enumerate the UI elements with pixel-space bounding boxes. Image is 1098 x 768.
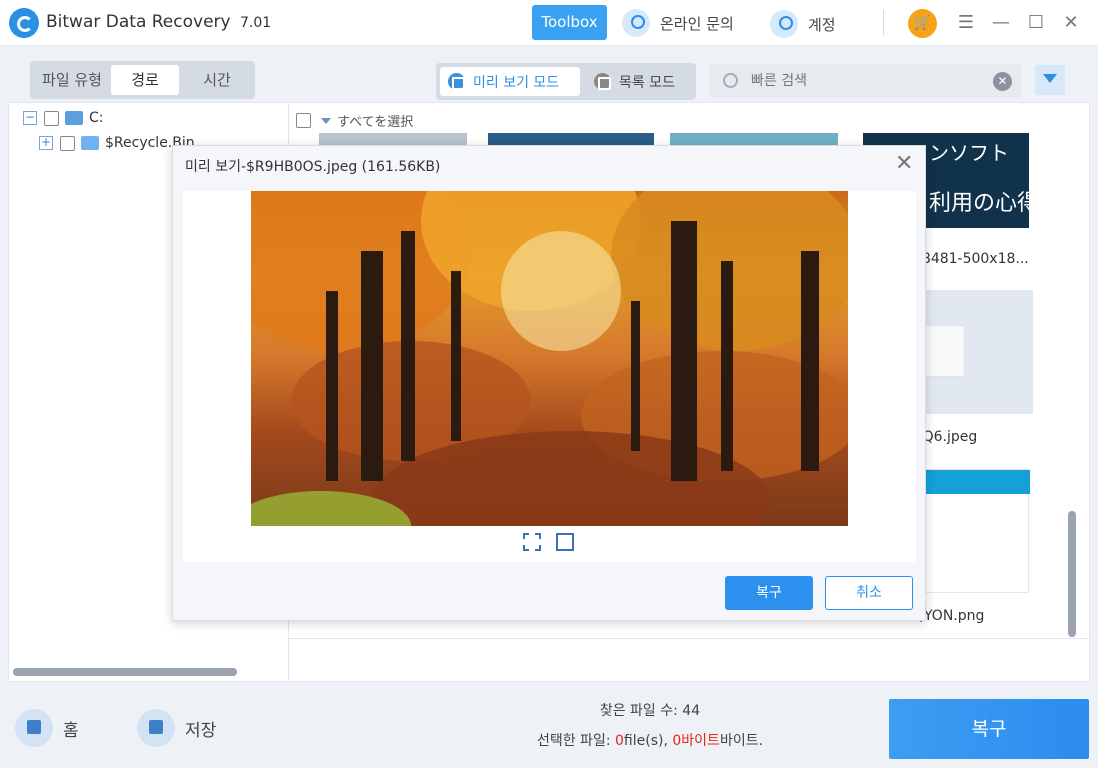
selected-prefix: 선택한 파일: [536,733,615,749]
toolbox-button[interactable]: Toolbox [532,5,607,40]
account-button[interactable]: 계정 [770,10,836,38]
expand-icon[interactable]: + [39,136,53,150]
horizontal-scrollbar[interactable] [13,668,237,676]
file-name: VQ6.jpeg [913,429,978,445]
selected-unit: file(s), [623,733,673,749]
tab-time[interactable]: 시간 [182,65,252,95]
close-icon[interactable]: ✕ [1058,10,1084,36]
preview-area [183,191,916,562]
dialog-cancel-button[interactable]: 취소 [825,576,913,610]
thumbnail-text: ンソフト [929,141,1009,165]
vertical-scrollbar[interactable] [1068,511,1076,637]
cart-icon[interactable]: 🛒 [908,9,937,38]
drive-label: C: [89,110,104,126]
drive-checkbox[interactable] [44,110,59,126]
preview-mode-label: 미리 보기 모드 [473,74,560,91]
actual-size-icon[interactable] [556,533,574,551]
selected-suffix: 바이트. [719,733,764,749]
tab-file-type[interactable]: 파일 유형 [34,65,110,95]
preview-dialog: 미리 보기-$R9HB0OS.jpeg (161.56KB) ✕ 복구 취소 [172,145,926,621]
thumbnail-band [920,470,1030,494]
folder-icon [81,136,99,150]
filter-icon[interactable] [1035,65,1065,95]
tree-item-drive[interactable]: − C: [23,108,104,128]
folder-checkbox[interactable] [60,135,75,151]
list-mode-label: 목록 모드 [619,74,675,91]
selected-bytes: 0바이트 [672,733,720,749]
collapse-icon[interactable]: − [23,111,37,125]
file-placeholder-icon [925,325,965,377]
home-icon [15,709,53,747]
title-bar: Bitwar Data Recovery 7.01 Toolbox 온라인 문의… [0,0,1098,46]
found-count: 찾은 파일 수: 44 [599,703,701,719]
minimize-icon[interactable]: — [988,10,1014,36]
home-button[interactable]: 홈 [15,709,79,747]
app-title: Bitwar Data Recovery 7.01 [46,12,271,32]
dialog-title: 미리 보기-$R9HB0OS.jpeg (161.56KB) [185,159,441,175]
file-thumbnail[interactable] [488,133,654,145]
select-all[interactable]: すべてを選択 [296,111,413,130]
maximize-icon[interactable]: ☐ [1023,10,1049,36]
recover-button[interactable]: 복구 [889,699,1089,759]
selected-count: 0 [615,733,624,749]
tab-path[interactable]: 경로 [111,65,179,95]
account-label: 계정 [808,15,836,34]
clear-search-icon[interactable]: ✕ [993,72,1012,91]
user-icon [770,10,798,38]
thumbnail-text: 利用の心得 [929,191,1040,216]
list-icon [594,73,611,90]
save-button[interactable]: 저장 [137,709,216,747]
search-box: ✕ [709,64,1021,98]
select-all-label: すべてを選択 [337,115,414,130]
file-thumbnail[interactable] [319,133,467,145]
grid-icon [448,73,465,90]
list-mode-button[interactable]: 목록 모드 [586,67,694,96]
search-icon [723,73,738,88]
search-input[interactable] [751,70,981,92]
title-divider [883,10,884,36]
windows-drive-icon [65,111,83,125]
file-name: 28481-500x18... [913,251,1029,267]
select-all-checkbox[interactable] [296,113,311,128]
file-name: QYON.png [913,608,985,624]
view-mode-switch: 미리 보기 모드 목록 모드 [436,63,696,100]
online-support-button[interactable]: 온라인 문의 [622,9,734,37]
preview-image [251,191,848,526]
app-name: Bitwar Data Recovery [46,12,231,32]
scan-stats: 찾은 파일 수: 44 선택한 파일: 0file(s), 0바이트바이트. [480,700,820,750]
app-logo-icon [9,8,39,38]
dialog-recover-button[interactable]: 복구 [725,576,813,610]
support-label: 온라인 문의 [660,14,734,33]
save-icon [137,709,175,747]
dropdown-icon [321,117,331,124]
file-thumbnail[interactable] [670,133,838,145]
menu-icon[interactable]: ☰ [953,10,979,36]
grid-divider [288,638,1090,639]
app-version: 7.01 [240,15,272,31]
fit-screen-icon[interactable] [523,533,541,551]
home-label: 홈 [63,720,79,741]
filter-tabs: 파일 유형 경로 시간 [30,61,255,99]
selected-summary: 선택한 파일: 0file(s), 0바이트바이트. [480,730,820,750]
save-label: 저장 [185,720,217,741]
headset-icon [622,9,650,37]
preview-mode-button[interactable]: 미리 보기 모드 [440,67,580,96]
close-icon[interactable]: ✕ [895,152,913,176]
